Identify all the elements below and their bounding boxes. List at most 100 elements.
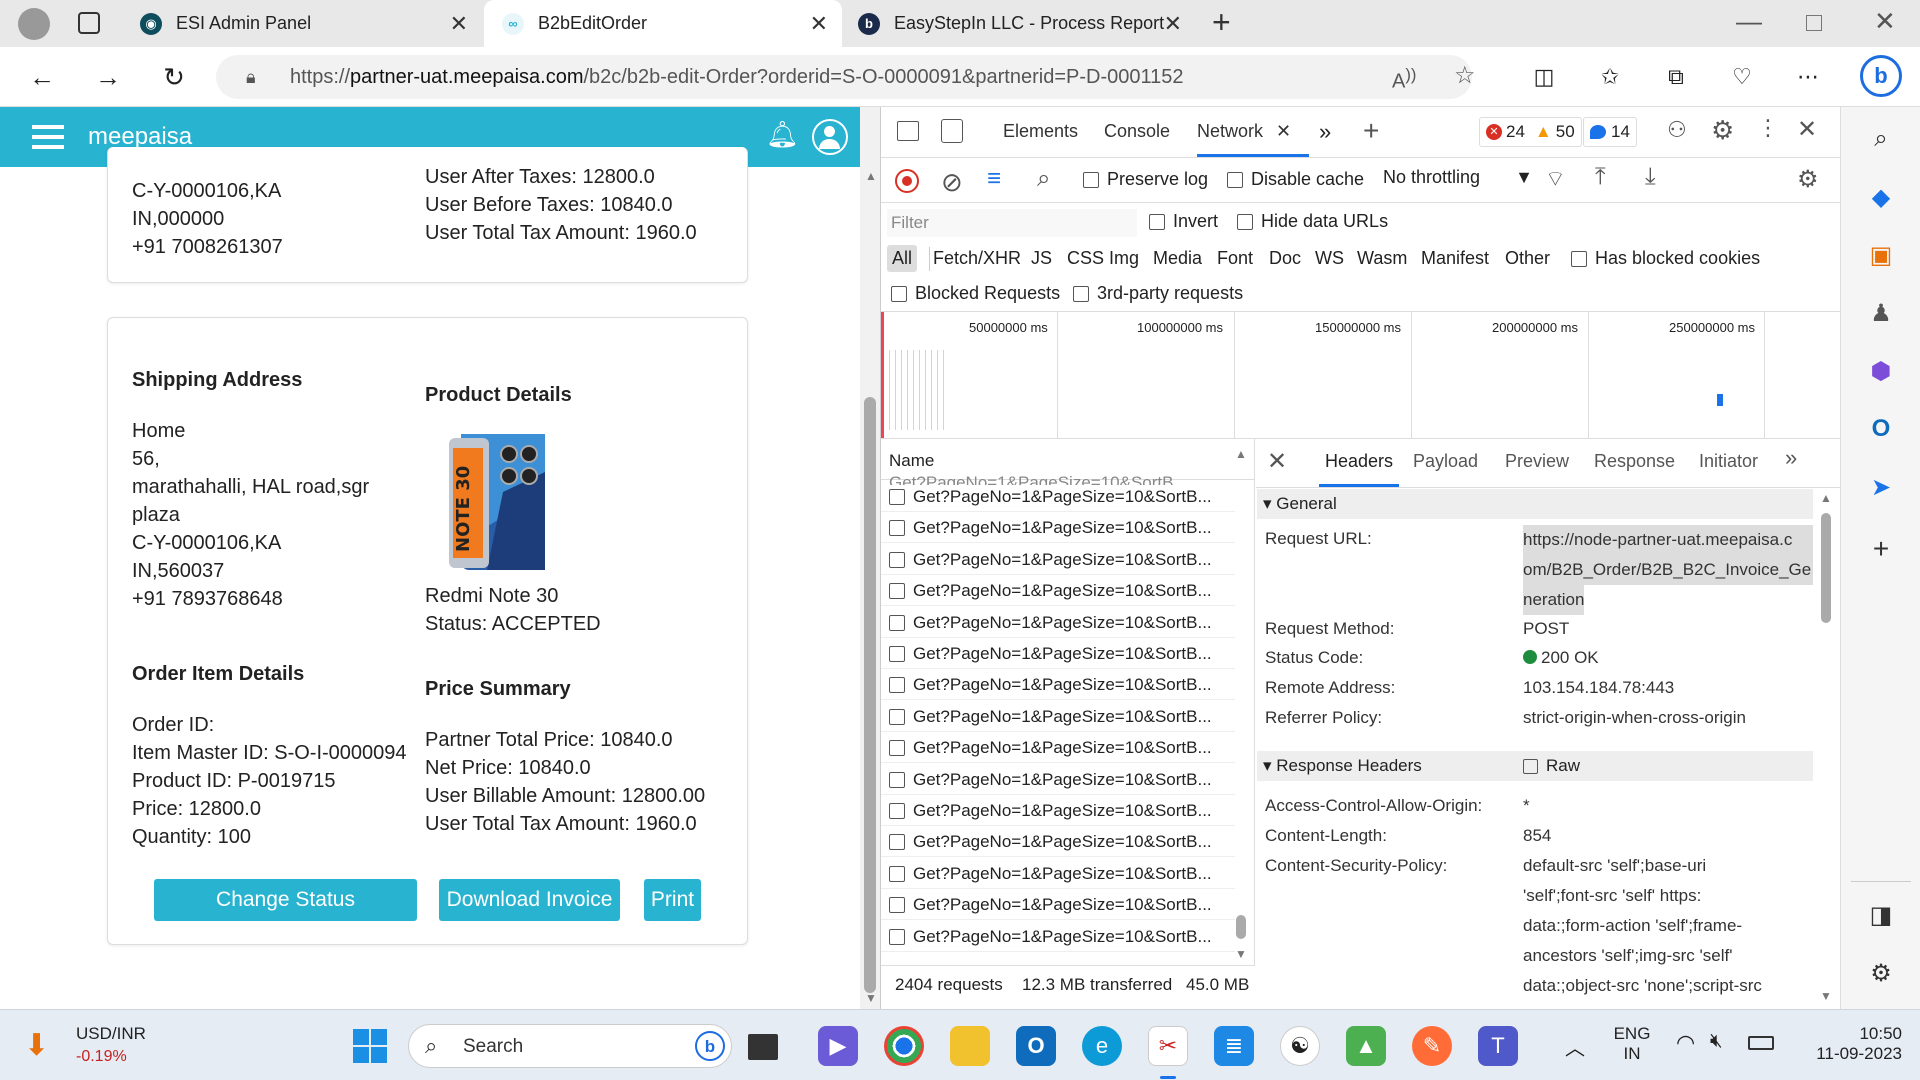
- forward-button[interactable]: →: [90, 59, 126, 95]
- close-tab-icon[interactable]: ✕: [1164, 11, 1182, 37]
- close-window-button[interactable]: ✕: [1874, 6, 1896, 37]
- stock-widget[interactable]: ⬇ USD/INR -0.19%: [24, 1022, 184, 1070]
- issue-counters[interactable]: ✕ 24 ▲ 50: [1479, 117, 1582, 147]
- close-devtools-icon[interactable]: ✕: [1797, 115, 1817, 144]
- import-har-icon[interactable]: ⤒: [1595, 163, 1606, 191]
- type-filter-img[interactable]: Img: [1109, 248, 1139, 269]
- type-filter-other[interactable]: Other: [1505, 248, 1550, 269]
- request-row[interactable]: Get?PageNo=1&PageSize=10&SortB...: [889, 770, 1212, 790]
- tab-actions-icon[interactable]: [78, 12, 100, 34]
- request-row[interactable]: Get?PageNo=1&PageSize=10&SortB...: [889, 895, 1212, 915]
- print-button[interactable]: Print: [644, 879, 701, 921]
- detail-tab-payload[interactable]: Payload: [1413, 451, 1478, 472]
- games-icon[interactable]: ♟: [1863, 295, 1899, 331]
- scroll-up-arrow[interactable]: ▲: [1235, 447, 1247, 461]
- request-row[interactable]: Get?PageNo=1&PageSize=10&SortB...: [889, 738, 1212, 758]
- request-row[interactable]: Get?PageNo=1&PageSize=10&SortB...: [889, 927, 1212, 947]
- tab-esi-admin[interactable]: ◉ ESI Admin Panel ✕: [120, 0, 482, 47]
- request-row[interactable]: Get?PageNo=1&PageSize=10&SortB...: [889, 707, 1212, 727]
- network-settings-icon[interactable]: ⚙: [1797, 165, 1819, 194]
- devtools-more-icon[interactable]: ⋮: [1757, 115, 1779, 141]
- search-icon[interactable]: ⌕: [1863, 121, 1899, 157]
- request-row[interactable]: Get?PageNo=1&PageSize=10&SortB...: [889, 801, 1212, 821]
- sidebar-settings-icon[interactable]: ⚙: [1863, 955, 1899, 991]
- detail-tab-initiator[interactable]: Initiator: [1699, 451, 1758, 472]
- type-filter-css[interactable]: CSS: [1067, 248, 1104, 269]
- notepad-icon[interactable]: ≣: [1214, 1026, 1254, 1066]
- scrollbar-thumb[interactable]: [864, 397, 876, 993]
- request-row[interactable]: Get?PageNo=1&PageSize=10&SortB...: [889, 613, 1212, 633]
- scroll-up-arrow[interactable]: ▲: [865, 169, 877, 183]
- type-filter-manifest[interactable]: Manifest: [1421, 248, 1489, 269]
- edge-icon[interactable]: e: [1082, 1026, 1122, 1066]
- request-row[interactable]: Get?PageNo=1&PageSize=10&SortB...: [889, 832, 1212, 852]
- tab-console[interactable]: Console: [1104, 121, 1170, 142]
- request-row-checkbox[interactable]: [889, 646, 905, 662]
- request-row[interactable]: Get?PageNo=1&PageSize=10&SortB...: [889, 518, 1212, 538]
- settings-gear-icon[interactable]: ⚙: [1711, 115, 1734, 146]
- type-filter-wasm[interactable]: Wasm: [1357, 248, 1407, 269]
- request-row-checkbox[interactable]: [889, 614, 905, 631]
- outlook-app-icon[interactable]: O: [1016, 1026, 1056, 1066]
- preserve-log-checkbox[interactable]: Preserve log: [1083, 169, 1208, 190]
- request-row-checkbox[interactable]: [889, 928, 905, 945]
- request-row-checkbox[interactable]: [889, 708, 905, 725]
- favorite-star-icon[interactable]: ☆: [1454, 61, 1476, 90]
- clock[interactable]: 10:50 11-09-2023: [1792, 1024, 1902, 1064]
- request-row[interactable]: Get?PageNo=1&PageSize=10&SortB...: [889, 581, 1212, 601]
- minimize-button[interactable]: —: [1736, 6, 1762, 37]
- collections-icon[interactable]: ⧉: [1658, 59, 1694, 95]
- split-screen-icon[interactable]: ◫: [1526, 59, 1562, 95]
- refresh-button[interactable]: ↻: [156, 59, 192, 95]
- device-toolbar-icon[interactable]: [941, 119, 963, 143]
- sticky-app-icon[interactable]: ☯: [1280, 1026, 1320, 1066]
- type-filter-all[interactable]: All: [887, 245, 918, 272]
- type-filter-font[interactable]: Font: [1217, 248, 1253, 269]
- back-button[interactable]: ←: [24, 59, 60, 95]
- request-row[interactable]: Get?PageNo=1&PageSize=10&SortB...: [889, 675, 1212, 695]
- add-tab-icon[interactable]: +: [1363, 115, 1379, 147]
- close-tab-icon[interactable]: ✕: [450, 11, 468, 37]
- network-conditions-icon[interactable]: ⌔: [1545, 165, 1566, 193]
- request-row-checkbox[interactable]: [889, 520, 905, 537]
- request-row-checkbox[interactable]: [889, 583, 905, 600]
- request-url-value[interactable]: https://node-partner-uat.meepaisa.c om/B…: [1523, 525, 1813, 615]
- close-tab-icon[interactable]: ✕: [810, 11, 828, 37]
- request-row-checkbox[interactable]: [889, 677, 905, 694]
- more-tabs-icon[interactable]: »: [1319, 119, 1331, 145]
- request-row[interactable]: Get?PageNo=1&PageSize=10&SortB...: [889, 644, 1212, 664]
- scroll-up-arrow[interactable]: ▲: [1820, 491, 1832, 505]
- detail-tab-response[interactable]: Response: [1594, 451, 1675, 472]
- microsoft-365-icon[interactable]: ⬢: [1863, 353, 1899, 389]
- new-tab-button[interactable]: +: [1212, 4, 1231, 41]
- request-row-checkbox[interactable]: [889, 489, 905, 505]
- hamburger-menu-icon[interactable]: [32, 125, 64, 149]
- hide-data-urls-checkbox[interactable]: Hide data URLs: [1237, 211, 1388, 232]
- tab-easystepin[interactable]: b EasyStepIn LLC - Process Reportir ✕: [844, 0, 1196, 47]
- volume-muted-icon[interactable]: 🔇︎: [1710, 1030, 1723, 1053]
- language-indicator[interactable]: ENG IN: [1612, 1024, 1652, 1064]
- feedback-icon[interactable]: ⚇: [1667, 117, 1687, 143]
- request-row-checkbox[interactable]: [889, 834, 905, 851]
- notification-bell-icon[interactable]: 🔔︎: [766, 119, 799, 150]
- taskbar-search-box[interactable]: ⌕ Search b: [408, 1024, 732, 1068]
- type-filter-js[interactable]: JS: [1031, 248, 1052, 269]
- request-row-checkbox[interactable]: [889, 740, 905, 757]
- tab-b2b-edit-order[interactable]: ∞ B2bEditOrder ✕: [484, 0, 842, 47]
- filter-input[interactable]: Filter: [887, 209, 1137, 237]
- request-row[interactable]: Get?PageNo=1&PageSize=10&SortB...: [889, 550, 1212, 570]
- battery-icon[interactable]: [1748, 1036, 1774, 1050]
- profile-avatar[interactable]: [18, 8, 50, 40]
- general-section-header[interactable]: ▾ General: [1257, 489, 1813, 519]
- filter-toggle-icon[interactable]: ≡: [987, 165, 1001, 193]
- search-icon[interactable]: ⌕: [1037, 165, 1050, 193]
- tab-elements[interactable]: Elements: [1003, 121, 1078, 142]
- page-scrollbar[interactable]: ▲ ▼: [860, 107, 880, 1009]
- tools-briefcase-icon[interactable]: ▣: [1863, 237, 1899, 273]
- restore-button[interactable]: [1806, 15, 1822, 31]
- throttling-select[interactable]: No throttling ▼: [1383, 167, 1533, 188]
- windows-start-icon[interactable]: [350, 1026, 390, 1066]
- message-counter[interactable]: 14: [1583, 117, 1637, 147]
- raw-checkbox[interactable]: Raw: [1523, 756, 1580, 776]
- send-icon[interactable]: ➤: [1863, 469, 1899, 505]
